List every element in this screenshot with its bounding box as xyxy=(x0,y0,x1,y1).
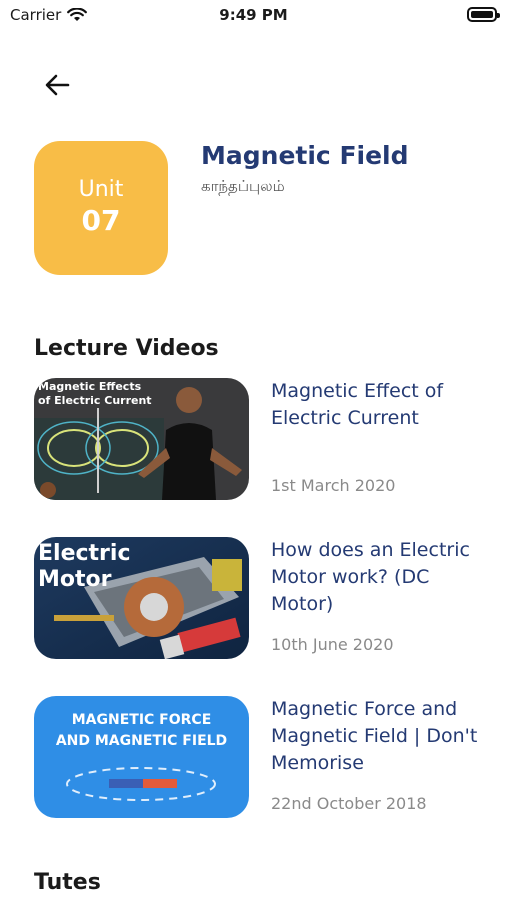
unit-badge: Unit 07 xyxy=(34,141,168,275)
video-item[interactable]: Electric Motor How does an Electric Moto… xyxy=(34,537,484,659)
video-date: 10th June 2020 xyxy=(271,635,394,654)
page-title: Magnetic Field xyxy=(201,141,409,170)
video-title: Magnetic Force and Magnetic Field | Don'… xyxy=(271,698,478,774)
unit-number: 07 xyxy=(81,204,121,237)
thumbnail-caption-line: Motor xyxy=(38,567,112,592)
unit-label: Unit xyxy=(78,177,124,202)
arrow-left-icon xyxy=(45,74,70,96)
thumbnail-caption-line: AND MAGNETIC FIELD xyxy=(55,733,228,749)
status-bar: Carrier 9:49 PM xyxy=(0,0,507,30)
thumbnail-caption: MAGNETIC FORCE AND MAGNETIC FIELD xyxy=(34,710,249,752)
video-title: How does an Electric Motor work? (DC Mot… xyxy=(271,539,470,615)
thumbnail-caption-line: Magnetic Effects xyxy=(38,380,142,393)
video-date: 1st March 2020 xyxy=(271,476,396,495)
thumbnail-caption-line: Electric xyxy=(38,541,131,566)
section-title-tutes: Tutes xyxy=(34,870,101,895)
status-time: 9:49 PM xyxy=(219,6,288,24)
thumbnail-caption: Electric Motor xyxy=(38,541,130,593)
video-item[interactable]: MAGNETIC FORCE AND MAGNETIC FIELD Magnet… xyxy=(34,696,484,818)
video-thumbnail: MAGNETIC FORCE AND MAGNETIC FIELD xyxy=(34,696,249,818)
thumbnail-caption-line: of Electric Current xyxy=(38,394,152,407)
video-item[interactable]: Magnetic Effects of Electric Current Mag… xyxy=(34,378,484,500)
video-date: 22nd October 2018 xyxy=(271,794,427,813)
video-thumbnail: Electric Motor xyxy=(34,537,249,659)
video-title: Magnetic Effect of Electric Current xyxy=(271,380,444,429)
thumbnail-caption: Magnetic Effects of Electric Current xyxy=(38,380,152,408)
thumbnail-caption-line: MAGNETIC FORCE xyxy=(71,712,212,728)
video-thumbnail: Magnetic Effects of Electric Current xyxy=(34,378,249,500)
section-title-videos: Lecture Videos xyxy=(34,336,219,361)
back-button[interactable] xyxy=(42,70,72,100)
page-subtitle: காந்தப்புலம் xyxy=(201,177,285,195)
battery-icon xyxy=(467,7,500,22)
